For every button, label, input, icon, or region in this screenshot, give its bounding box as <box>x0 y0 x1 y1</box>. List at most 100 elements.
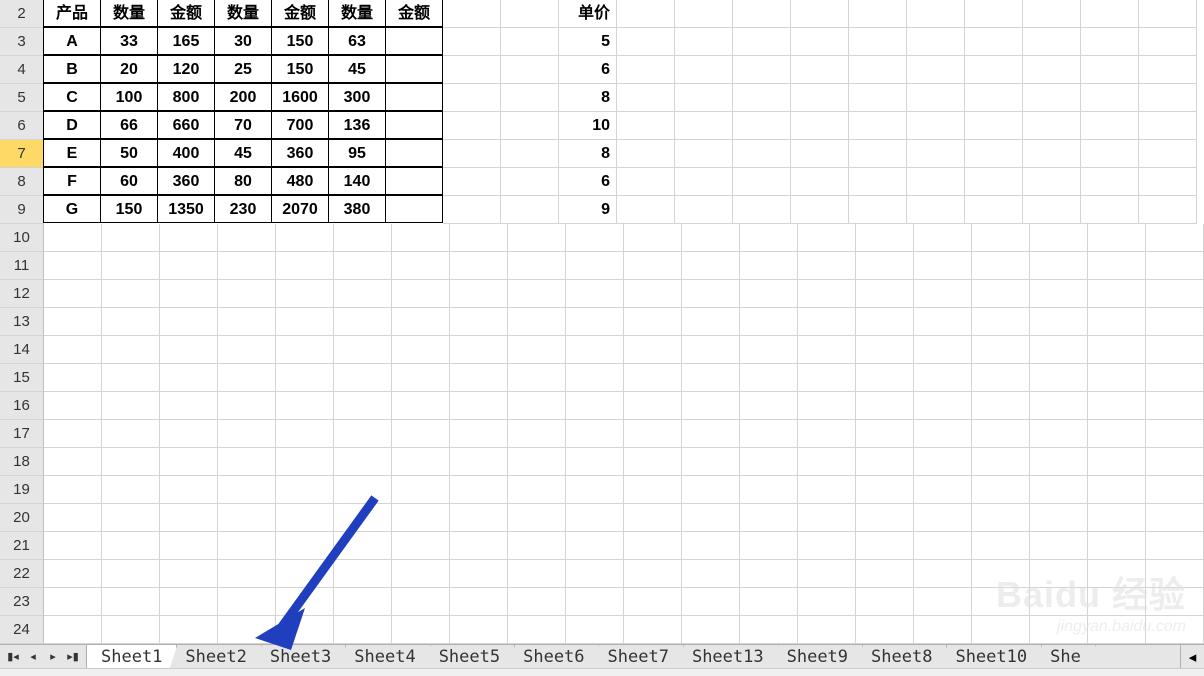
cell[interactable] <box>160 420 218 448</box>
cell[interactable] <box>965 112 1023 140</box>
sheet-tab[interactable]: Sheet1 <box>87 645 177 668</box>
cell[interactable] <box>276 448 334 476</box>
row-header[interactable]: 8 <box>0 168 44 196</box>
cell[interactable] <box>740 392 798 420</box>
cell[interactable] <box>624 504 682 532</box>
cell[interactable]: 60 <box>100 167 158 195</box>
cell[interactable]: 2070 <box>271 195 329 223</box>
cell[interactable] <box>276 476 334 504</box>
cell[interactable] <box>849 56 907 84</box>
cell[interactable] <box>733 0 791 28</box>
cell[interactable] <box>972 252 1030 280</box>
cell[interactable] <box>791 28 849 56</box>
cell[interactable] <box>450 588 508 616</box>
cell[interactable] <box>44 616 102 644</box>
cell[interactable]: D <box>43 111 101 139</box>
cell[interactable] <box>972 224 1030 252</box>
cell[interactable] <box>566 364 624 392</box>
cell[interactable]: 150 <box>100 195 158 223</box>
cell[interactable] <box>907 56 965 84</box>
cell[interactable] <box>508 476 566 504</box>
row-header[interactable]: 14 <box>0 336 44 364</box>
cell[interactable] <box>276 560 334 588</box>
row-header[interactable]: 13 <box>0 308 44 336</box>
cell[interactable] <box>276 308 334 336</box>
cell[interactable] <box>392 392 450 420</box>
cell[interactable]: A <box>43 27 101 55</box>
cell[interactable] <box>798 224 856 252</box>
cell[interactable] <box>1146 588 1204 616</box>
cell[interactable] <box>160 308 218 336</box>
cell[interactable] <box>1081 196 1139 224</box>
cell[interactable]: 140 <box>328 167 386 195</box>
cell[interactable] <box>791 0 849 28</box>
cell[interactable] <box>1030 476 1088 504</box>
cell[interactable] <box>791 84 849 112</box>
cell[interactable] <box>334 532 392 560</box>
cell[interactable] <box>1088 532 1146 560</box>
cell[interactable]: 8 <box>559 84 617 112</box>
cell[interactable] <box>798 476 856 504</box>
cell[interactable]: 800 <box>157 83 215 111</box>
cell[interactable] <box>450 252 508 280</box>
cell[interactable] <box>1023 140 1081 168</box>
cell[interactable] <box>1023 56 1081 84</box>
cell[interactable] <box>849 28 907 56</box>
cell[interactable] <box>682 336 740 364</box>
cell[interactable] <box>740 448 798 476</box>
cell[interactable] <box>907 168 965 196</box>
cell[interactable] <box>907 140 965 168</box>
cell[interactable] <box>508 364 566 392</box>
cell[interactable] <box>385 83 443 111</box>
cell[interactable] <box>566 224 624 252</box>
cell[interactable] <box>218 224 276 252</box>
sheet-tab[interactable]: Sheet4 <box>340 645 430 668</box>
cell[interactable]: 单价 <box>559 0 617 28</box>
cell[interactable] <box>508 308 566 336</box>
cell[interactable] <box>44 392 102 420</box>
cell[interactable] <box>740 224 798 252</box>
cell[interactable] <box>44 448 102 476</box>
cell[interactable] <box>102 336 160 364</box>
cell[interactable] <box>334 504 392 532</box>
cell[interactable] <box>501 56 559 84</box>
cell[interactable] <box>907 0 965 28</box>
cell[interactable] <box>508 588 566 616</box>
cell[interactable] <box>102 308 160 336</box>
cell[interactable] <box>276 504 334 532</box>
cell[interactable] <box>1139 28 1197 56</box>
cell[interactable] <box>617 84 675 112</box>
cell[interactable]: B <box>43 55 101 83</box>
cell[interactable] <box>276 588 334 616</box>
cell[interactable] <box>740 280 798 308</box>
tab-scroll-left-icon[interactable]: ◂ <box>1180 645 1204 668</box>
cell[interactable] <box>392 588 450 616</box>
cell[interactable] <box>682 588 740 616</box>
cell[interactable]: 66 <box>100 111 158 139</box>
cell[interactable] <box>385 55 443 83</box>
cell[interactable] <box>798 280 856 308</box>
cell[interactable] <box>624 252 682 280</box>
cell[interactable] <box>1023 196 1081 224</box>
cell[interactable] <box>914 364 972 392</box>
cell[interactable] <box>450 364 508 392</box>
cell[interactable] <box>617 28 675 56</box>
cell[interactable] <box>682 252 740 280</box>
cell[interactable] <box>617 0 675 28</box>
cell[interactable] <box>856 336 914 364</box>
cell[interactable] <box>682 364 740 392</box>
cell[interactable] <box>907 196 965 224</box>
cell[interactable] <box>682 392 740 420</box>
cell[interactable] <box>849 168 907 196</box>
tab-nav-prev-icon[interactable]: ◂ <box>24 648 42 666</box>
cell[interactable] <box>44 308 102 336</box>
cell[interactable] <box>1023 168 1081 196</box>
cell[interactable]: 数量 <box>328 0 386 27</box>
cell[interactable]: 480 <box>271 167 329 195</box>
cell[interactable]: 金额 <box>271 0 329 27</box>
cell[interactable] <box>102 364 160 392</box>
cell[interactable] <box>798 532 856 560</box>
cell[interactable] <box>102 392 160 420</box>
row-header[interactable]: 4 <box>0 56 44 84</box>
cell[interactable] <box>1146 616 1204 644</box>
